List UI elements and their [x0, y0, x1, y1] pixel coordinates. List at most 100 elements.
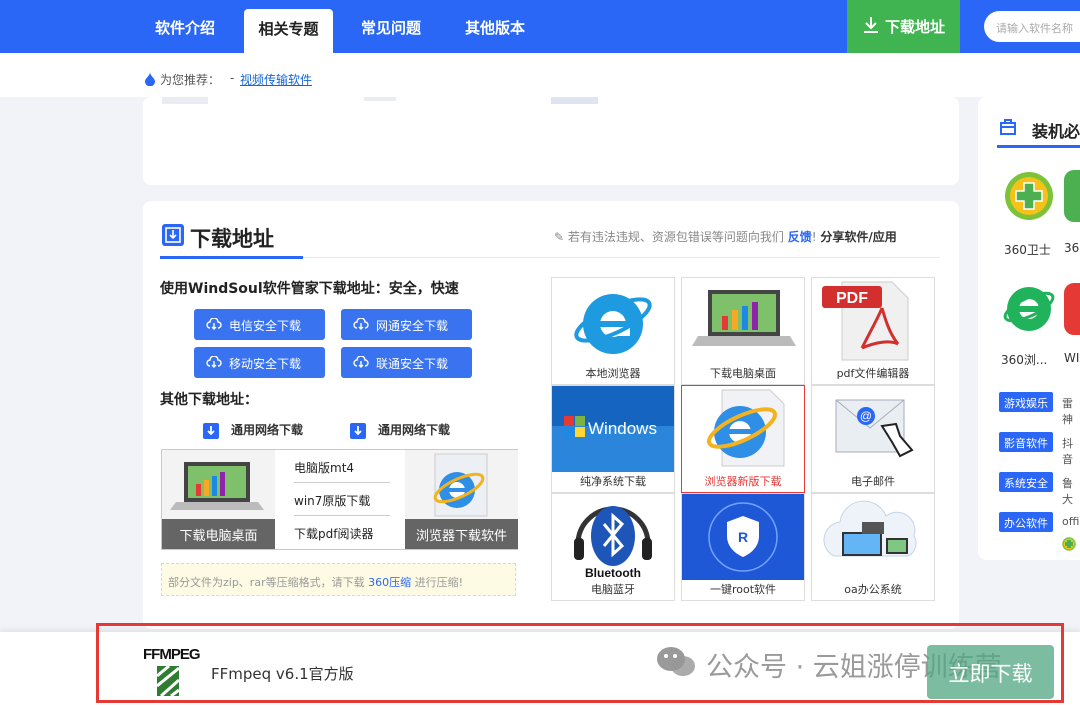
- windows-icon: Windows: [552, 386, 674, 472]
- grid-caption: 本地浏览器: [585, 367, 641, 380]
- grid-caption: 一键root软件: [709, 583, 777, 596]
- box-link[interactable]: win7原版下载: [294, 483, 390, 516]
- general-download-link[interactable]: 通用网络下载: [203, 421, 303, 439]
- grid-item-clean-system[interactable]: Windows 纯净系统下载: [551, 385, 675, 493]
- download-section-icon: [162, 224, 184, 246]
- grid-caption: pdf文件编辑器: [836, 367, 910, 380]
- category-media[interactable]: 影音软件: [999, 432, 1053, 452]
- tip-link[interactable]: 360压缩: [368, 576, 411, 589]
- related-card: [143, 97, 959, 185]
- download-arrow-icon: [350, 422, 366, 439]
- browser-download-tile[interactable]: 浏览器下载软件: [405, 450, 518, 549]
- search-input[interactable]: 请输入软件名称: [984, 11, 1080, 42]
- tip-text: 部分文件为zip、rar等压缩格式，请下载: [168, 576, 365, 589]
- grid-item-oa[interactable]: oa办公系统: [811, 493, 935, 601]
- box-links: 电脑版mt4 win7原版下载 下载pdf阅读器: [294, 450, 390, 549]
- other-download-heading: 其他下载地址：: [160, 392, 258, 408]
- category-item[interactable]: 鲁大: [1062, 475, 1080, 507]
- box-link[interactable]: 电脑版mt4: [294, 450, 390, 483]
- category-item[interactable]: offi: [1062, 515, 1079, 528]
- category-games[interactable]: 游戏娱乐: [999, 392, 1053, 412]
- recommend-label: 为您推荐：: [160, 73, 221, 87]
- recommend-separator: -: [230, 71, 235, 85]
- button-label: 移动安全下载: [229, 357, 302, 371]
- general-download-link[interactable]: 通用网络下载: [350, 421, 450, 439]
- laptop-icon: [170, 462, 264, 510]
- category-security[interactable]: 系统安全: [999, 472, 1053, 492]
- 360-safe-icon[interactable]: [1003, 170, 1055, 222]
- mobile-download-button[interactable]: 移动安全下载: [194, 347, 325, 378]
- app-icon[interactable]: [1064, 170, 1080, 222]
- button-label: 电信安全下载: [229, 319, 302, 333]
- related-thumb[interactable]: [364, 97, 396, 101]
- 360-small-icon: [1062, 537, 1076, 551]
- download-address-button[interactable]: 下载地址: [847, 0, 960, 53]
- button-label: 联通安全下载: [376, 357, 449, 371]
- grid-item-desktop[interactable]: 下载电脑桌面: [681, 277, 805, 385]
- box-link[interactable]: 下载pdf阅读器: [294, 516, 390, 549]
- tab-other-versions[interactable]: 其他版本: [465, 17, 525, 38]
- grid-caption: 下载电脑桌面: [710, 367, 776, 380]
- notice-bang: !: [811, 230, 817, 244]
- ie-doc-icon: [706, 389, 785, 467]
- sidebar-app-label: 360卫士: [1004, 243, 1051, 257]
- grid-item-local-browser[interactable]: 本地浏览器: [551, 277, 675, 385]
- sidebar-app-label: WI: [1064, 351, 1080, 365]
- download-section-title: 下载地址: [190, 227, 274, 251]
- desktop-download-tile[interactable]: 下载电脑桌面: [162, 450, 275, 549]
- 360-browser-icon[interactable]: [1003, 283, 1055, 335]
- tab-related-topics-label: 相关专题: [258, 20, 319, 38]
- grid-item-email[interactable]: @ 电子邮件: [811, 385, 935, 493]
- category-item[interactable]: 抖音: [1062, 435, 1080, 467]
- report-notice: ✎ 若有违法违规、资源包错误等问题向我们 反馈! 分享软件/应用: [554, 228, 897, 245]
- title-underline: [160, 256, 303, 259]
- tab-related-topics[interactable]: 相关专题: [244, 9, 333, 53]
- sidebar-app-label: 36: [1064, 241, 1080, 255]
- svg-text:R: R: [738, 529, 748, 545]
- general-link-label: 通用网络下载: [231, 423, 304, 437]
- netcom-download-button[interactable]: 网通安全下载: [341, 309, 472, 340]
- related-thumb[interactable]: [162, 97, 208, 104]
- grid-caption: 电脑蓝牙: [591, 583, 635, 596]
- unicom-download-button[interactable]: 联通安全下载: [341, 347, 472, 378]
- app-icon[interactable]: [1064, 283, 1080, 335]
- svg-text:@: @: [860, 409, 872, 423]
- cloud-devices-icon: [823, 500, 917, 557]
- grid-item-bluetooth[interactable]: Bluetooth 电脑蓝牙: [551, 493, 675, 601]
- feedback-link[interactable]: 反馈: [788, 230, 812, 244]
- telecom-download-button[interactable]: 电信安全下载: [194, 309, 325, 340]
- sidebar-app-label: 360浏...: [1001, 353, 1048, 367]
- tab-software-intro[interactable]: 软件介绍: [155, 17, 215, 38]
- grid-item-pdf-editor[interactable]: PDF pdf文件编辑器: [811, 277, 935, 385]
- related-thumb[interactable]: [551, 97, 598, 104]
- button-label: 网通安全下载: [376, 319, 449, 333]
- category-item[interactable]: 雷神: [1062, 395, 1080, 427]
- ad-box: 下载电脑桌面 电脑版mt4 win7原版下载 下载pdf阅读器 浏览器下载软件: [161, 449, 518, 550]
- svg-text:Windows: Windows: [588, 419, 657, 438]
- share-link[interactable]: 分享软件/应用: [820, 230, 896, 244]
- grid-caption: 浏览器新版下载: [704, 475, 782, 488]
- bag-icon: [1000, 119, 1016, 135]
- pdf-icon: PDF: [822, 281, 909, 361]
- grid-item-root[interactable]: R 一键root软件: [681, 493, 805, 601]
- grid-caption: 电子邮件: [851, 475, 895, 488]
- flame-icon: [145, 72, 155, 86]
- recommend-link[interactable]: 视频传输软件: [240, 71, 312, 88]
- svg-text:PDF: PDF: [836, 290, 868, 307]
- grid-caption: 纯净系统下载: [580, 475, 646, 488]
- sidebar-title: 装机必: [1032, 122, 1080, 141]
- divider: [303, 257, 940, 258]
- windsoul-heading: 使用WindSoul软件管家下载地址：安全，快速: [160, 281, 459, 297]
- root-icon: R: [682, 494, 804, 580]
- download-arrow-icon: [203, 422, 219, 439]
- ie-icon: [574, 294, 652, 354]
- svg-text:Bluetooth: Bluetooth: [585, 566, 641, 580]
- grid-item-browser-new[interactable]: 浏览器新版下载: [681, 385, 805, 493]
- general-link-label: 通用网络下载: [378, 423, 451, 437]
- tile-caption: 浏览器下载软件: [405, 519, 518, 549]
- tab-faq[interactable]: 常见问题: [361, 17, 421, 38]
- category-office[interactable]: 办公软件: [999, 512, 1053, 532]
- email-icon: @: [835, 399, 914, 458]
- download-address-label: 下载地址: [885, 18, 946, 36]
- bluetooth-icon: Bluetooth: [574, 506, 652, 580]
